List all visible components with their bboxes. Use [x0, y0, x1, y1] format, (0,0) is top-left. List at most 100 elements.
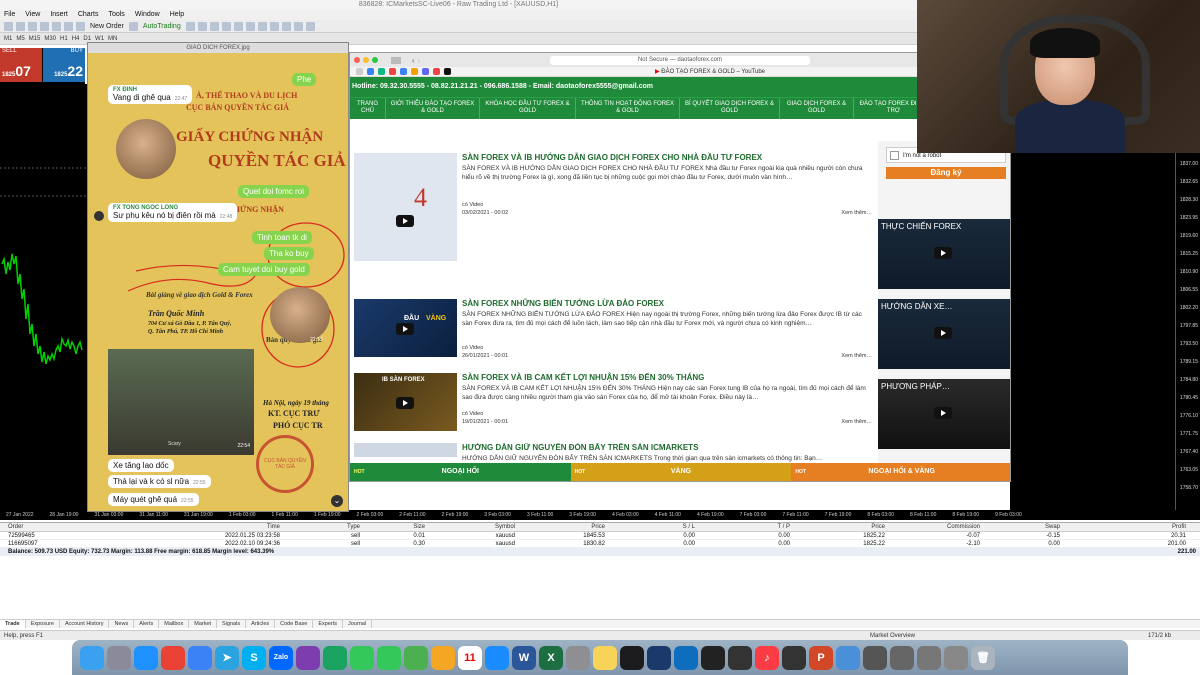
article-2[interactable]: ĐẦU VÀNG SÀN FOREX NHỮNG BIẾN TƯỚNG LỪA … [354, 299, 878, 365]
bookmark-icon[interactable] [400, 68, 407, 75]
facetime-icon[interactable] [350, 645, 374, 670]
tab-mailbox[interactable]: Mailbox [159, 620, 190, 628]
bookmark-icon[interactable] [378, 68, 385, 75]
menu-window[interactable]: Window [135, 10, 160, 20]
obs-icon[interactable] [728, 645, 752, 670]
article-1-more-link[interactable]: Xem thêm… [841, 210, 872, 216]
tab-forex-gold[interactable]: HOT NGOẠI HỐI & VÀNG [791, 463, 1010, 481]
price-chart-left[interactable] [0, 84, 87, 510]
bookmark-icon[interactable] [411, 68, 418, 75]
nav-about[interactable]: GIỚI THIỆU ĐÀO TẠO FOREX & GOLD [386, 98, 480, 119]
stacks-icon[interactable] [323, 645, 347, 670]
bookmark-icon[interactable] [389, 68, 396, 75]
bookmark-icon[interactable] [356, 68, 363, 75]
tab-alerts[interactable]: Alerts [134, 620, 160, 628]
tf-w1[interactable]: W1 [95, 36, 104, 42]
tile-windows-icon[interactable] [245, 21, 255, 31]
article-4-thumb[interactable] [354, 443, 457, 457]
nav-courses[interactable]: KHÓA HỌC ĐẦU TƯ FOREX & GOLD [480, 98, 576, 119]
tab-code-base[interactable]: Code Base [275, 620, 314, 628]
tab-news[interactable]: News [109, 620, 135, 628]
nav-trading[interactable]: GIAO DỊCH FOREX & GOLD [780, 98, 854, 119]
appstore-icon[interactable] [485, 645, 509, 670]
bookmark-icon[interactable] [422, 68, 429, 75]
article-2-thumb[interactable]: ĐẦU VÀNG [354, 299, 457, 357]
tf-m30[interactable]: M30 [44, 36, 56, 42]
powerpoint-icon[interactable]: P [809, 645, 833, 670]
photo-viewer-window[interactable]: GIAO DICH FOREX.jpg À, THỂ THAO VÀ DU LỊ… [87, 42, 349, 512]
article-2-title[interactable]: SÀN FOREX NHỮNG BIẾN TƯỚNG LỪA ĐẢO FOREX [462, 299, 664, 308]
menu-tools[interactable]: Tools [108, 10, 124, 20]
settings-icon[interactable] [566, 645, 590, 670]
tab-account-history[interactable]: Account History [60, 620, 110, 628]
tester-icon[interactable] [76, 21, 85, 31]
notes-icon[interactable] [593, 645, 617, 670]
trash-icon[interactable]: 🗑 [971, 645, 995, 670]
preview-icon[interactable] [836, 645, 860, 670]
tf-h1[interactable]: H1 [60, 36, 68, 42]
new-chart-icon[interactable] [4, 21, 13, 31]
tab-experts[interactable]: Experts [313, 620, 343, 628]
article-3[interactable]: IB SÀN FOREX SÀN FOREX VÀ IB CAM KẾT LỢI… [354, 373, 878, 439]
tab-market[interactable]: Market [189, 620, 218, 628]
tf-m1[interactable]: M1 [4, 36, 12, 42]
window-thumb-4[interactable] [944, 645, 968, 670]
telegram-icon[interactable]: ➤ [215, 645, 239, 670]
table-row[interactable]: 72599465 2022.01.25 03:23:58 sell 0.01 xauus… [0, 532, 1200, 540]
article-3-more-link[interactable]: Xem thêm… [841, 419, 872, 425]
register-button[interactable]: Đăng ký [886, 167, 1006, 179]
excel-icon[interactable]: X [539, 645, 563, 670]
terminal-icon[interactable] [701, 645, 725, 670]
scroll-down-icon[interactable]: ⌄ [331, 495, 343, 507]
menu-charts[interactable]: Charts [78, 10, 99, 20]
tf-mn[interactable]: MN [108, 36, 117, 42]
data-window-icon[interactable] [40, 21, 49, 31]
tf-m5[interactable]: M5 [16, 36, 24, 42]
article-4[interactable]: HƯỚNG DẪN GIỮ NGUYÊN ĐÒN BẨY TRÊN SÀN IC… [354, 443, 878, 463]
article-1-title[interactable]: SÀN FOREX VÀ IB HƯỚNG DẪN GIAO DỊCH FORE… [462, 153, 762, 162]
sell-price-button[interactable]: 182507 [0, 60, 42, 82]
bar-chart-icon[interactable] [185, 21, 195, 31]
console-icon[interactable] [782, 645, 806, 670]
menu-insert[interactable]: Insert [50, 10, 68, 20]
messages-icon[interactable] [377, 645, 401, 670]
sell-label[interactable]: SELL [0, 48, 42, 60]
tab-exposure[interactable]: Exposure [26, 620, 60, 628]
nav-tips[interactable]: BÍ QUYẾT GIAO DỊCH FOREX & GOLD [680, 98, 780, 119]
play-icon[interactable] [396, 323, 414, 335]
tf-d1[interactable]: D1 [83, 36, 91, 42]
checkbox-icon[interactable] [890, 151, 899, 160]
browser-window[interactable]: ‹ › Not Secure — daotaoforex.com ▶ ĐÀO T… [349, 52, 1011, 482]
teamviewer-icon[interactable] [674, 645, 698, 670]
menu-help[interactable]: Help [170, 10, 184, 20]
tab-journal[interactable]: Journal [343, 620, 373, 628]
candles-icon[interactable] [197, 21, 207, 31]
article-3-title[interactable]: SÀN FOREX VÀ IB CAM KẾT LỢI NHUẬN 15% ĐẾ… [462, 373, 704, 382]
tf-m15[interactable]: M15 [29, 36, 41, 42]
price-chart-right[interactable] [1010, 153, 1200, 510]
finder-icon[interactable] [80, 645, 104, 670]
sidebar-icon[interactable] [391, 56, 401, 64]
table-row[interactable]: 116695097 2022.02.10 09:24:36 sell 0.30 xauu… [0, 540, 1200, 548]
menu-view[interactable]: View [25, 10, 40, 20]
new-order-button[interactable]: New Order [88, 23, 126, 30]
menu-file[interactable]: File [4, 10, 15, 20]
video-message-thumb[interactable]: Scary 22:54 [108, 349, 254, 455]
tab-forex[interactable]: HOT NGOẠI HỐI [350, 463, 571, 481]
music-icon[interactable]: ♪ [755, 645, 779, 670]
tf-h4[interactable]: H4 [72, 36, 80, 42]
back-icon[interactable]: ‹ [412, 56, 415, 65]
market-watch-icon[interactable] [28, 21, 37, 31]
word-icon[interactable]: W [512, 645, 536, 670]
article-2-more-link[interactable]: Xem thêm… [841, 353, 872, 359]
calendar-icon[interactable]: 11 [458, 645, 482, 670]
autotrading-button[interactable]: AutoTrading [141, 23, 183, 30]
bookmark-icon[interactable] [433, 68, 440, 75]
play-icon[interactable] [396, 397, 414, 409]
address-bar[interactable]: Not Secure — daotaoforex.com [550, 56, 810, 65]
photos-icon[interactable] [431, 645, 455, 670]
chart-shift-icon[interactable] [269, 21, 279, 31]
maps-icon[interactable] [404, 645, 428, 670]
zoom-in-icon[interactable] [221, 21, 231, 31]
article-1[interactable]: 4 SÀN FOREX VÀ IB HƯỚNG DẪN GIAO DỊCH FO… [354, 153, 878, 283]
